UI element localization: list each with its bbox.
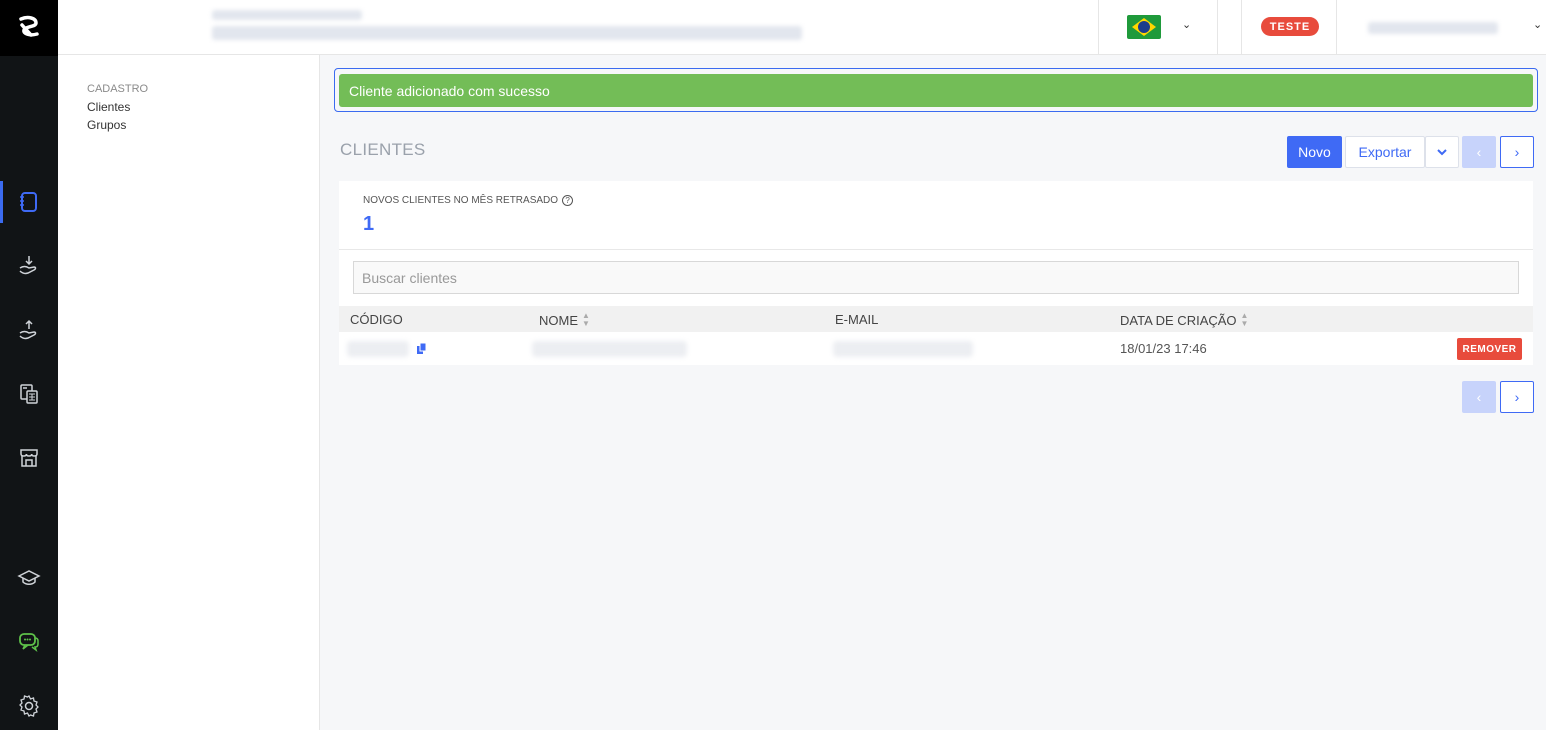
search-input[interactable] bbox=[353, 261, 1519, 294]
environment-badge: TESTE bbox=[1261, 17, 1319, 36]
store-icon[interactable] bbox=[0, 433, 58, 483]
top-header: ⌄ TESTE ⌄ bbox=[58, 0, 1546, 55]
header-divider bbox=[1217, 0, 1218, 55]
export-button[interactable]: Exportar bbox=[1345, 136, 1425, 168]
account-details-blurred bbox=[212, 26, 802, 40]
header-divider bbox=[1241, 0, 1242, 55]
column-header-data-criacao[interactable]: DATA DE CRIAÇÃO ▲ ▼ bbox=[1120, 312, 1248, 328]
clients-card: NOVOS CLIENTES NO MÊS RETRASADO ? 1 CÓDI… bbox=[339, 181, 1533, 365]
new-client-button[interactable]: Novo bbox=[1287, 136, 1342, 168]
account-info-blurred bbox=[212, 10, 362, 20]
logo-icon[interactable] bbox=[0, 0, 58, 56]
card-divider bbox=[339, 249, 1533, 250]
remove-client-button[interactable]: REMOVER bbox=[1457, 338, 1522, 360]
client-email-blurred bbox=[833, 341, 973, 357]
header-divider bbox=[1336, 0, 1337, 55]
chat-icon[interactable] bbox=[0, 617, 58, 667]
page-title: CLIENTES bbox=[340, 140, 426, 159]
help-icon[interactable]: ? bbox=[562, 195, 574, 206]
chevron-down-icon bbox=[1437, 149, 1447, 156]
user-name-blurred[interactable] bbox=[1368, 22, 1498, 34]
stat-label: NOVOS CLIENTES NO MÊS RETRASADO ? bbox=[363, 195, 574, 206]
app-rail bbox=[0, 0, 58, 730]
chevron-down-icon[interactable]: ⌄ bbox=[1182, 18, 1191, 31]
graduation-cap-icon[interactable] bbox=[0, 553, 58, 603]
calculator-icon[interactable] bbox=[0, 369, 58, 419]
hand-send-icon[interactable] bbox=[0, 305, 58, 355]
header-divider bbox=[1098, 0, 1099, 55]
gear-icon[interactable] bbox=[0, 681, 58, 730]
column-header-nome[interactable]: NOME ▲ ▼ bbox=[539, 312, 590, 328]
chevron-down-icon[interactable]: ⌄ bbox=[1533, 18, 1542, 31]
export-options-button[interactable] bbox=[1425, 136, 1459, 168]
table-row[interactable]: 18/01/23 17:46 REMOVER bbox=[339, 332, 1533, 365]
table-header: CÓDIGO NOME ▲ ▼ E-MAIL DATA DE CRIAÇÃO ▲ ▼ bbox=[339, 306, 1533, 332]
prev-page-button[interactable]: ‹ bbox=[1462, 136, 1496, 168]
copy-icon[interactable] bbox=[417, 343, 427, 354]
success-alert[interactable]: Cliente adicionado com sucesso bbox=[339, 74, 1533, 107]
next-page-button-bottom[interactable]: › bbox=[1500, 381, 1534, 413]
stat-label-text: NOVOS CLIENTES NO MÊS RETRASADO bbox=[363, 195, 559, 206]
next-page-button[interactable]: › bbox=[1500, 136, 1534, 168]
column-header-codigo: CÓDIGO bbox=[350, 312, 403, 327]
stat-value: 1 bbox=[363, 213, 375, 235]
prev-page-button-bottom[interactable]: ‹ bbox=[1462, 381, 1496, 413]
notebook-icon[interactable] bbox=[0, 177, 58, 227]
brazil-flag-icon[interactable] bbox=[1127, 15, 1161, 39]
sort-icon: ▲ ▼ bbox=[582, 311, 590, 328]
sort-icon: ▲ ▼ bbox=[1240, 311, 1249, 328]
sidebar-section-title: CADASTRO bbox=[87, 83, 149, 95]
client-created-date: 18/01/23 17:46 bbox=[1120, 341, 1207, 356]
sidebar-item-grupos[interactable]: Grupos bbox=[87, 118, 126, 132]
client-name-blurred bbox=[532, 341, 687, 357]
sidebar-item-clientes[interactable]: Clientes bbox=[87, 100, 130, 114]
section-sidebar: CADASTRO Clientes Grupos bbox=[58, 55, 320, 730]
client-code-blurred bbox=[347, 341, 409, 357]
column-header-email: E-MAIL bbox=[835, 312, 879, 327]
hand-receive-icon[interactable] bbox=[0, 240, 58, 290]
